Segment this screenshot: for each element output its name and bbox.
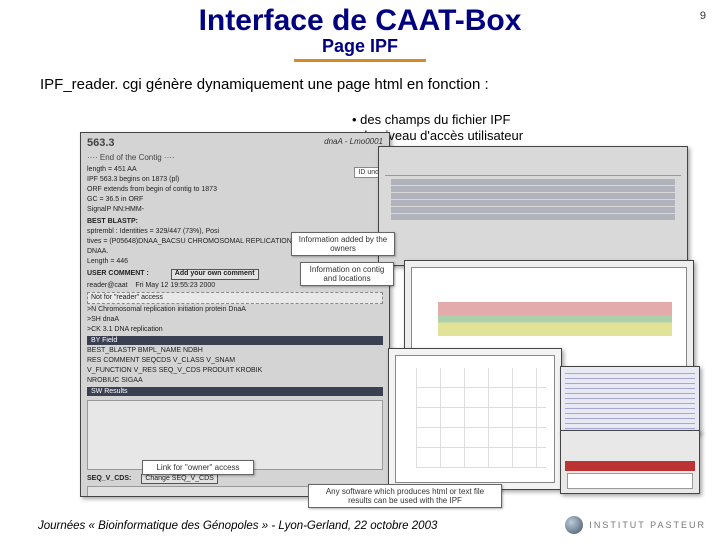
lead-sentence: IPF_reader. cgi génère dynamiquement une… (40, 76, 720, 93)
slide-subtitle: Page IPF (294, 36, 426, 62)
logo-text: INSTITUT PASTEUR (589, 520, 706, 530)
field-row4: NROBIUC SIGAA (87, 377, 383, 385)
field-row3: V_FUNCTION V_RES SEQ_V_CDS PRODUIT KROBI… (87, 367, 383, 375)
change-seq-button[interactable]: Change SEQ_V_CDS (141, 474, 217, 484)
seq-box (567, 473, 693, 489)
contig-end: ···· End of the Contig ···· (87, 153, 383, 162)
signalp-line: SignalP NN:HMM- (87, 206, 383, 214)
family-table (385, 179, 681, 220)
screenshot-family (378, 146, 688, 266)
screenshot-blue-list (560, 366, 700, 434)
orf-line1: IPF 563.3 begins on 1873 (pl) (87, 176, 383, 184)
screenshot-red-alignment (560, 430, 700, 494)
length-line: length = 451 AA (87, 166, 383, 174)
list-lines (565, 371, 695, 429)
institut-pasteur-logo: INSTITUT PASTEUR (565, 516, 706, 534)
orf-line2: ORF extends from begin of contig to 1873 (87, 186, 383, 194)
swresults-band: SW Results (87, 387, 383, 396)
screenshot-xy-plot (388, 348, 562, 490)
red-band (565, 461, 695, 471)
chr-line: >N Chromosomal replication initiation pr… (87, 306, 383, 314)
gene-label: dnaA - Lmo0001 (324, 137, 383, 146)
callout-any-software: Any software which produces html or text… (308, 484, 502, 508)
footer-text: Journées « Bioinformatique des Génopoles… (38, 520, 437, 532)
family-header (385, 150, 681, 176)
callout-info-owners: Information added by the owners (291, 232, 395, 256)
alignment-bars (438, 302, 672, 336)
best-blastp: BEST BLASTP: (87, 218, 383, 226)
gc-line: GC = 36.5 in ORF (87, 196, 383, 204)
byfield-band: BY Field (87, 336, 383, 345)
user-comment-label: USER COMMENT : (87, 270, 149, 277)
comment-author: reader@caat (87, 282, 128, 289)
field-row1: BEST_BLASTP BMPL_NAME NDBH (87, 347, 383, 355)
sphere-icon (565, 516, 583, 534)
sh-line: >SH dnaA (87, 316, 383, 324)
footer-journees: Journées « Bioinformatique des Génopoles… (38, 520, 268, 532)
add-comment-button[interactable]: Add your own comment (171, 269, 259, 279)
ck-line: >CK 3.1 DNA replication (87, 326, 383, 334)
callout-link-owner: Link for "owner" access (142, 460, 254, 475)
page-number: 9 (700, 10, 706, 22)
callout-info-contig: Information on contig and locations (300, 262, 394, 286)
grid-icon (416, 368, 546, 468)
comment-date: Fri May 12 19:55:23 2000 (135, 282, 215, 289)
xy-plot-frame (395, 355, 555, 483)
field-row2: RES COMMENT SEQCDS V_CLASS V_SNAM (87, 357, 383, 365)
screenshot-ipf-page: 563.3 ···· End of the Contig ···· dnaA -… (80, 132, 390, 497)
seqvcds-label: SEQ_V_CDS: (87, 475, 131, 482)
not-for-reader: Not for "reader" access (87, 292, 383, 304)
bullet-1: des champs du fichier IPF (352, 112, 603, 128)
slide-title: Interface de CAAT-Box (0, 4, 720, 38)
footer-rest: - Lyon-Gerland, 22 octobre 2003 (268, 520, 437, 532)
